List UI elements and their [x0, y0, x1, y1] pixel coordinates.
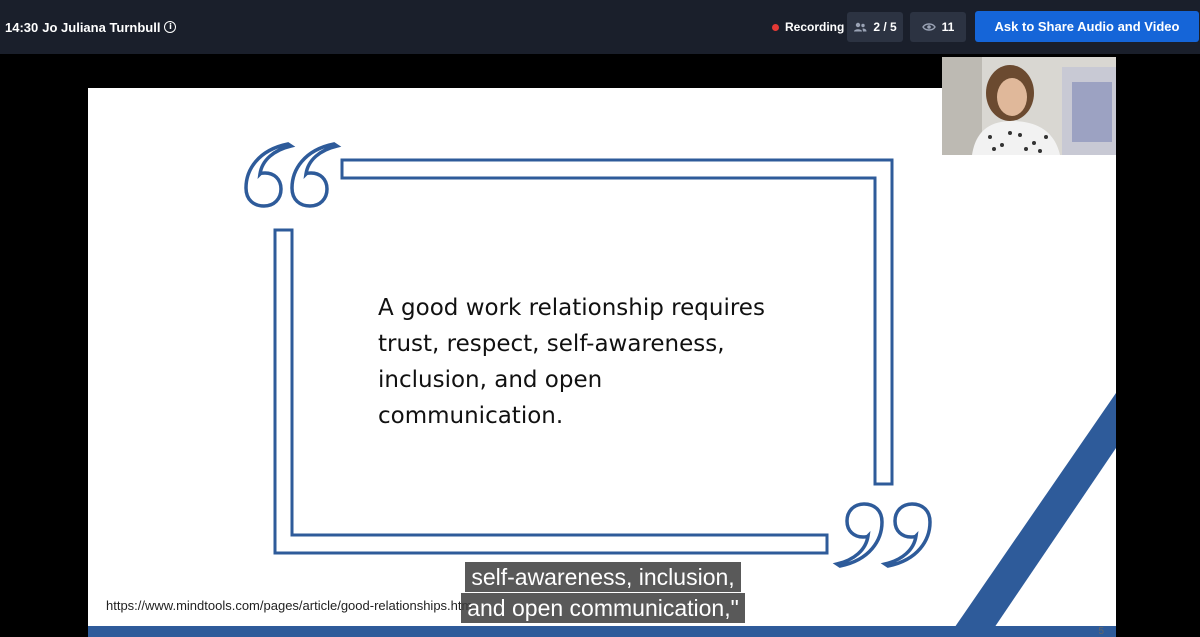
session-info: 14:30 Jo Juliana Turnbull i [5, 0, 177, 54]
participants-count: 2 / 5 [873, 20, 897, 34]
viewers-button[interactable]: 11 [910, 12, 966, 42]
recording-indicator: Recording [772, 19, 844, 35]
open-quote-icon [244, 142, 342, 208]
source-url: https://www.mindtools.com/pages/article/… [106, 598, 473, 613]
speaker-video-thumbnail[interactable] [942, 57, 1116, 155]
speaker-avatar [942, 57, 1116, 155]
shared-slide: A good work relationship requires trust,… [88, 88, 1116, 637]
bottom-strip [88, 626, 1116, 637]
people-icon [854, 22, 867, 32]
caption-line: self-awareness, inclusion, [465, 562, 741, 592]
quote-line: inclusion, and open [378, 367, 603, 393]
presenter-name: Jo Juliana Turnbull [42, 19, 161, 35]
quote-text: A good work relationship requires trust,… [378, 290, 818, 434]
ask-to-share-button[interactable]: Ask to Share Audio and Video [975, 11, 1199, 42]
eye-icon [921, 23, 936, 31]
diagonal-band [948, 393, 1116, 637]
slide-number: 5 [1098, 626, 1104, 637]
live-caption: self-awareness, inclusion, and open comm… [446, 562, 760, 624]
close-quote-icon [832, 502, 932, 568]
quote-line: communication. [378, 403, 564, 429]
session-time: 14:30 [5, 19, 39, 35]
participants-button[interactable]: 2 / 5 [847, 12, 903, 42]
caption-line: and open communication," [461, 593, 745, 623]
top-bar: 14:30 Jo Juliana Turnbull i Recording 2 … [0, 0, 1200, 54]
viewers-count: 11 [941, 20, 955, 34]
recording-label: Recording [785, 20, 845, 34]
info-icon[interactable]: i [164, 21, 177, 33]
quote-line: A good work relationship requires [378, 295, 765, 321]
recording-dot-icon [772, 23, 779, 31]
quote-line: trust, respect, self-awareness, [378, 331, 725, 357]
